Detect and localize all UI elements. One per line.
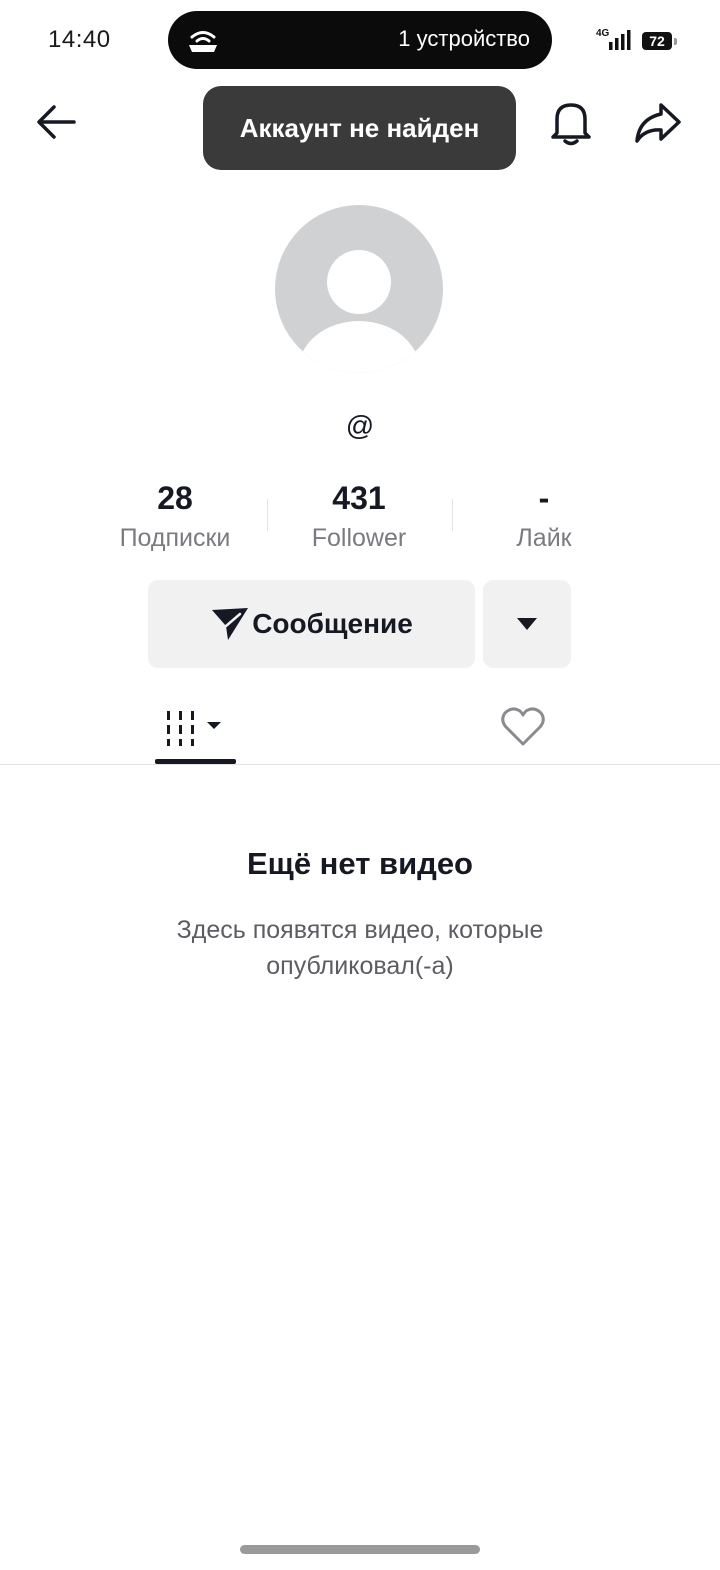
island-label: 1 устройство <box>398 26 530 51</box>
followers-count: 431 <box>332 480 386 516</box>
network-type: 4G <box>596 28 610 39</box>
tab-liked[interactable] <box>497 700 549 752</box>
grid-icon <box>166 711 221 746</box>
username: @ <box>345 410 375 441</box>
stat-likes[interactable]: - Лайк <box>454 478 634 553</box>
empty-state-title: Ещё нет видео <box>246 846 473 881</box>
message-label: Сообщение <box>252 608 413 639</box>
back-button[interactable] <box>28 94 84 150</box>
signal-icon <box>609 30 631 50</box>
tab-videos[interactable] <box>155 700 236 764</box>
stat-followers[interactable]: 431 Follower <box>269 478 449 553</box>
notifications-button[interactable] <box>543 94 599 150</box>
share-button[interactable] <box>630 94 686 150</box>
stat-following[interactable]: 28 Подписки <box>85 478 265 553</box>
home-indicator[interactable] <box>240 1545 480 1554</box>
caret-down-icon <box>517 618 537 630</box>
avatar-placeholder-head <box>327 250 391 314</box>
battery-tip <box>674 38 677 45</box>
more-options-button[interactable] <box>483 580 571 668</box>
followers-label: Follower <box>311 524 407 552</box>
following-label: Подписки <box>119 524 231 552</box>
devices-connected-icon <box>189 31 217 52</box>
arrow-left-icon <box>37 105 76 139</box>
likes-label: Лайк <box>516 524 572 552</box>
account-not-found-toast: Аккаунт не найден <box>203 86 516 170</box>
likes-count: - <box>538 480 550 516</box>
paper-plane-icon <box>212 608 249 640</box>
avatar-placeholder-body <box>298 321 420 373</box>
heart-icon <box>501 707 545 746</box>
avatar[interactable] <box>275 205 443 373</box>
message-button[interactable]: Сообщение <box>148 580 475 668</box>
bell-icon <box>551 103 591 146</box>
share-arrow-icon <box>635 103 681 143</box>
stat-divider <box>267 499 268 531</box>
profile-screen: 14:40 1 устройство 4G 72 Аккаунт не найд… <box>0 0 720 1570</box>
following-count: 28 <box>157 480 193 516</box>
empty-state-description: Здесь появятся видео, которые опубликова… <box>176 916 544 980</box>
status-time: 14:40 <box>48 26 111 53</box>
battery-icon: 72 <box>642 32 672 50</box>
dynamic-island[interactable]: 1 устройство <box>168 11 552 69</box>
tabs-divider <box>0 764 720 765</box>
status-indicators: 4G 72 <box>596 28 686 54</box>
stat-divider <box>452 499 453 531</box>
